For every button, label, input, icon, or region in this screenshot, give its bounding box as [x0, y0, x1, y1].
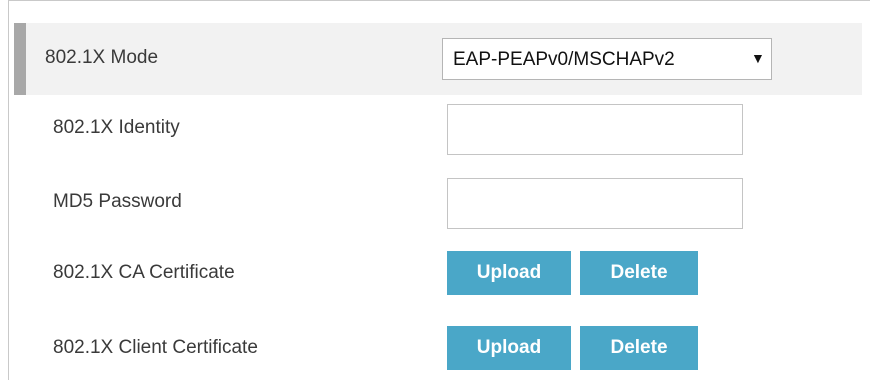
client-delete-button[interactable]: Delete	[580, 326, 698, 370]
password-input[interactable]	[447, 178, 743, 229]
ca-certificate-label: 802.1X CA Certificate	[53, 262, 235, 283]
ca-delete-button[interactable]: Delete	[580, 251, 698, 295]
ca-upload-button[interactable]: Upload	[447, 251, 571, 295]
client-certificate-label: 802.1X Client Certificate	[53, 337, 258, 358]
dropdown-arrow-icon: ▼	[751, 50, 765, 66]
row-marker	[14, 23, 26, 95]
mode-row: 802.1X Mode EAP-PEAPv0/MSCHAPv2 ▼	[14, 23, 862, 95]
identity-label: 802.1X Identity	[53, 117, 180, 138]
identity-input[interactable]	[447, 104, 743, 155]
mode-select-value: EAP-PEAPv0/MSCHAPv2	[453, 49, 675, 70]
client-upload-button[interactable]: Upload	[447, 326, 571, 370]
mode-select[interactable]: EAP-PEAPv0/MSCHAPv2 ▼	[442, 38, 772, 80]
password-label: MD5 Password	[53, 191, 182, 212]
mode-label: 802.1X Mode	[45, 47, 159, 68]
